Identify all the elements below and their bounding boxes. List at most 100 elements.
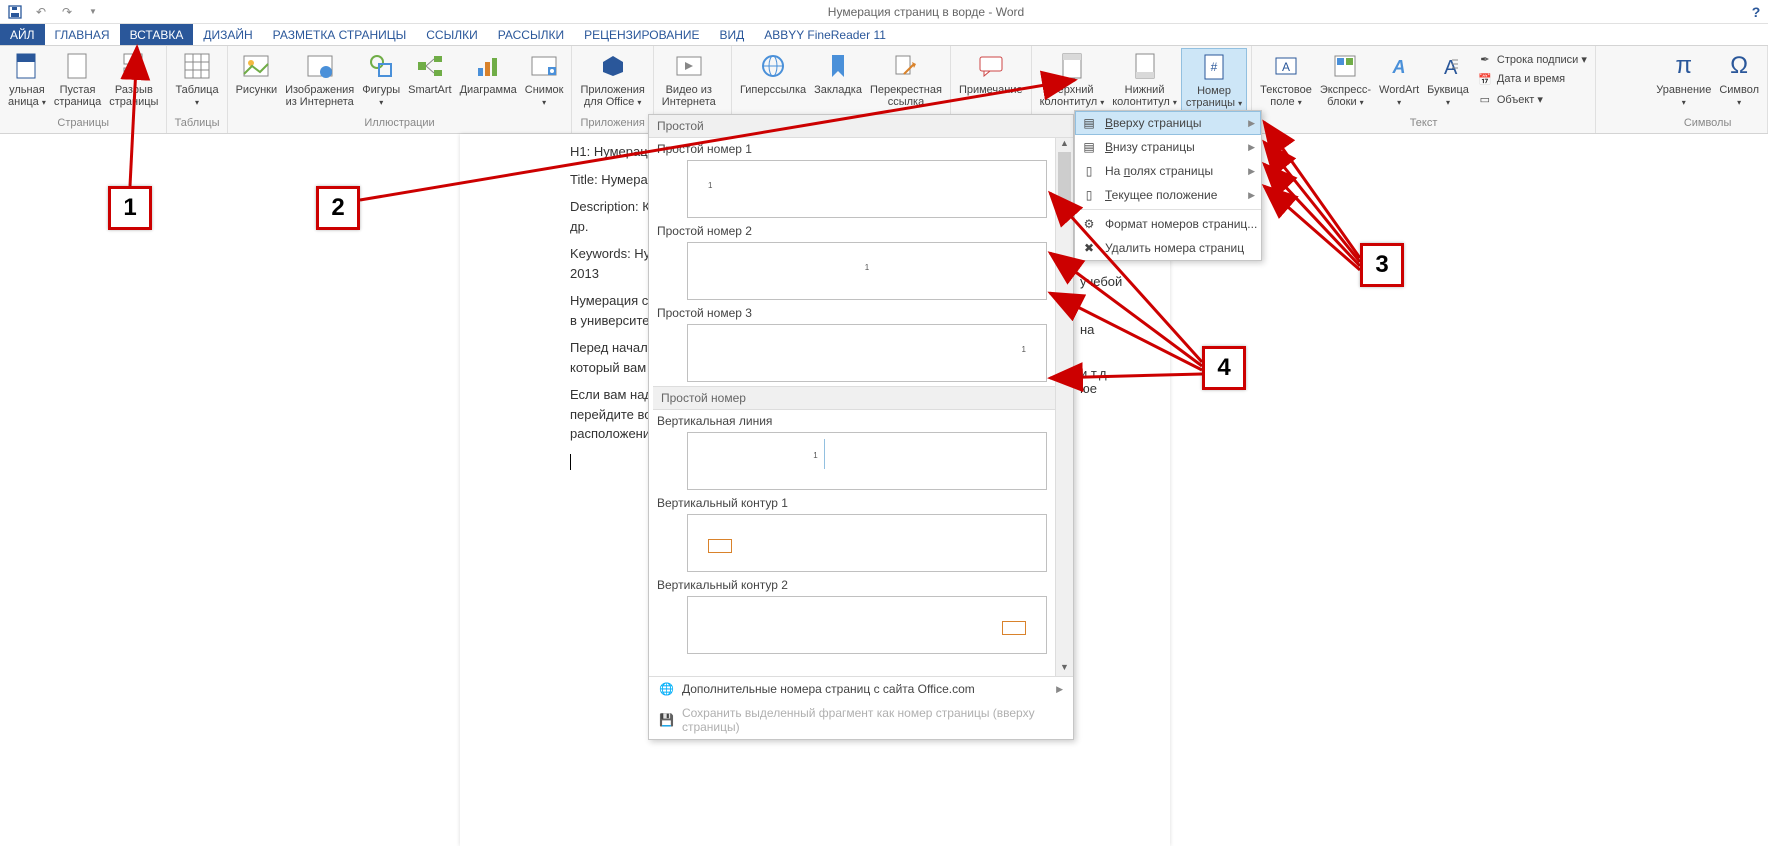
chevron-right-icon: ▶: [1056, 684, 1063, 695]
chevron-right-icon: ▶: [1248, 118, 1255, 129]
gallery-item[interactable]: Простой номер 3 1: [653, 304, 1069, 382]
table-button[interactable]: Таблица▾: [171, 48, 222, 110]
tab-insert[interactable]: ВСТАВКА: [120, 24, 194, 45]
chevron-right-icon: ▶: [1248, 142, 1255, 153]
textbox-button[interactable]: AТекстовоеполе ▾: [1256, 48, 1316, 110]
help-icon[interactable]: ?: [1744, 4, 1768, 20]
gallery-item[interactable]: Вертикальный контур 1: [653, 494, 1069, 572]
doc-text: учебой: [1080, 274, 1122, 289]
gallery-item[interactable]: Вертикальный контур 2: [653, 576, 1069, 654]
smartart-button[interactable]: SmartArt: [404, 48, 455, 98]
submenu-current-position[interactable]: ▯Текущее положение▶: [1075, 183, 1261, 207]
scroll-thumb[interactable]: [1058, 152, 1071, 202]
shapes-icon: [365, 50, 397, 82]
gallery-preview: 1: [687, 324, 1047, 382]
window-title: Нумерация страниц в ворде - Word: [108, 5, 1744, 19]
hyperlink-button[interactable]: Гиперссылка: [736, 48, 810, 98]
shapes-button[interactable]: Фигуры▾: [358, 48, 404, 110]
cover-page-button[interactable]: ульнаяаница ▾: [4, 48, 50, 110]
hyperlink-icon: [757, 50, 789, 82]
margins-icon: ▯: [1081, 163, 1097, 179]
header-button[interactable]: Верхнийколонтитул ▾: [1036, 48, 1109, 110]
submenu-format-numbers[interactable]: ⚙Формат номеров страниц...: [1075, 212, 1261, 236]
more-from-office-button[interactable]: 🌐Дополнительные номера страниц с сайта O…: [649, 677, 1073, 701]
group-symbols: πУравнение▾ ΩСимвол▾ Символы: [1648, 46, 1768, 133]
submenu-remove-numbers[interactable]: ✖Удалить номера страниц: [1075, 236, 1261, 260]
page-break-button[interactable]: Разрывстраницы: [105, 48, 162, 110]
scroll-up-icon[interactable]: ▲: [1056, 138, 1073, 152]
tab-layout[interactable]: РАЗМЕТКА СТРАНИЦЫ: [263, 24, 417, 45]
gallery-item-label: Простой номер 1: [653, 140, 1069, 158]
online-pictures-icon: [304, 50, 336, 82]
comment-button[interactable]: Примечание: [955, 48, 1027, 98]
gallery-item[interactable]: Вертикальная линия 1: [653, 412, 1069, 490]
object-button[interactable]: ▭Объект ▾: [1475, 90, 1589, 108]
annotation-3: 3: [1360, 243, 1404, 287]
quickparts-icon: [1329, 50, 1361, 82]
gallery-item[interactable]: Простой номер 1 1: [653, 140, 1069, 218]
tab-view[interactable]: ВИД: [710, 24, 755, 45]
screenshot-button[interactable]: Снимок▾: [521, 48, 568, 110]
gallery-item-label: Вертикальный контур 2: [653, 576, 1069, 594]
comment-icon: [975, 50, 1007, 82]
chart-button[interactable]: Диаграмма: [456, 48, 521, 98]
group-label-pages: Страницы: [4, 117, 162, 131]
gallery-preview: 1: [687, 432, 1047, 490]
chart-icon: [472, 50, 504, 82]
current-icon: ▯: [1081, 187, 1097, 203]
tab-references[interactable]: ССЫЛКИ: [416, 24, 487, 45]
equation-button[interactable]: πУравнение▾: [1652, 48, 1715, 110]
blank-page-icon: [62, 50, 94, 82]
save-icon[interactable]: [4, 2, 26, 22]
gallery-item[interactable]: Простой номер 2 1: [653, 222, 1069, 300]
undo-icon[interactable]: ↶: [30, 2, 52, 22]
group-illustrations: Рисунки Изображенияиз Интернета Фигуры▾ …: [228, 46, 573, 133]
wordart-button[interactable]: AWordArt▾: [1375, 48, 1423, 110]
gallery-preview: [687, 596, 1047, 654]
doc-text: на: [1080, 322, 1094, 337]
chevron-right-icon: ▶: [1248, 190, 1255, 201]
submenu-top-of-page[interactable]: ▤ВВверху страницыверху страницы▶: [1075, 111, 1261, 135]
blank-page-button[interactable]: Пустаястраница: [50, 48, 105, 110]
bookmark-button[interactable]: Закладка: [810, 48, 866, 98]
submenu-page-margins[interactable]: ▯На полях страницы▶: [1075, 159, 1261, 183]
tab-mailings[interactable]: РАССЫЛКИ: [488, 24, 574, 45]
pictures-button[interactable]: Рисунки: [232, 48, 282, 98]
online-pictures-button[interactable]: Изображенияиз Интернета: [281, 48, 358, 110]
gallery-scrollbar[interactable]: ▲ ▼: [1055, 138, 1073, 676]
redo-icon[interactable]: ↷: [56, 2, 78, 22]
tab-abbyy[interactable]: ABBYY FineReader 11: [754, 24, 896, 45]
dropcap-button[interactable]: AБуквица▾: [1423, 48, 1473, 110]
date-time-button[interactable]: 📅Дата и время: [1475, 70, 1589, 88]
qat-dropdown-icon[interactable]: ▼: [82, 2, 104, 22]
annotation-1: 1: [108, 186, 152, 230]
bottom-icon: ▤: [1081, 139, 1097, 155]
apps-button[interactable]: Приложениядля Office ▾: [576, 48, 648, 110]
footer-button[interactable]: Нижнийколонтитул ▾: [1108, 48, 1181, 110]
tab-file[interactable]: АЙЛ: [0, 24, 45, 45]
pictures-icon: [240, 50, 272, 82]
annotation-2: 2: [316, 186, 360, 230]
footer-icon: [1129, 50, 1161, 82]
tab-design[interactable]: ДИЗАЙН: [193, 24, 262, 45]
title-bar: ↶ ↷ ▼ Нумерация страниц в ворде - Word ?: [0, 0, 1768, 24]
gallery-preview: 1: [687, 242, 1047, 300]
quick-access-toolbar: ↶ ↷ ▼: [0, 2, 108, 22]
quickparts-button[interactable]: Экспресс-блоки ▾: [1316, 48, 1375, 110]
gallery-section-header: Простой: [649, 115, 1073, 138]
page-number-button[interactable]: #Номерстраницы ▾: [1181, 48, 1247, 112]
tab-review[interactable]: РЕЦЕНЗИРОВАНИЕ: [574, 24, 709, 45]
tab-home[interactable]: ГЛАВНАЯ: [45, 24, 120, 45]
online-video-button[interactable]: Видео изИнтернета: [658, 48, 720, 110]
symbol-button[interactable]: ΩСимвол▾: [1715, 48, 1763, 110]
separator: [1075, 209, 1261, 210]
crossref-button[interactable]: Перекрестнаяссылка: [866, 48, 946, 110]
scroll-down-icon[interactable]: ▼: [1056, 662, 1073, 676]
save-selection-button: 💾Сохранить выделенный фрагмент как номер…: [649, 701, 1073, 739]
submenu-bottom-of-page[interactable]: ▤Внизу страницы▶: [1075, 135, 1261, 159]
gallery-item-label: Вертикальная линия: [653, 412, 1069, 430]
signature-line-button[interactable]: ✒Строка подписи ▾: [1475, 50, 1589, 68]
object-icon: ▭: [1477, 91, 1493, 107]
top-icon: ▤: [1081, 115, 1097, 131]
gallery-footer: 🌐Дополнительные номера страниц с сайта O…: [649, 676, 1073, 739]
